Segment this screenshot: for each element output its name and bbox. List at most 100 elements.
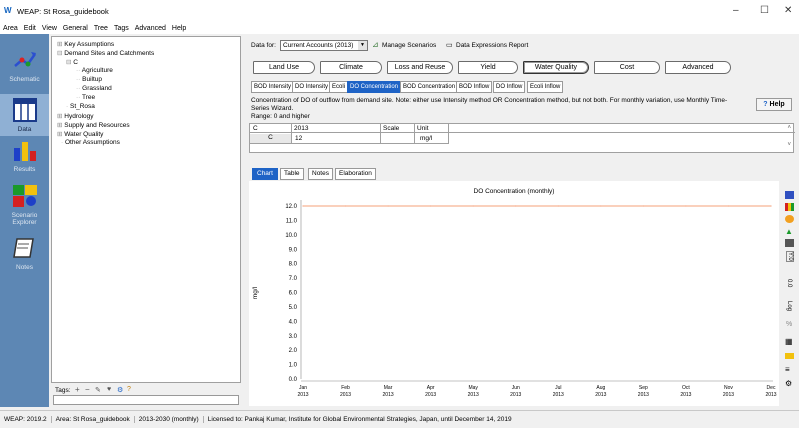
tags-input[interactable] xyxy=(53,395,239,405)
tree-node-demand-sites[interactable]: ⊟ Demand Sites and Catchments xyxy=(57,49,154,57)
close-button[interactable]: ✕ xyxy=(784,5,792,16)
menu-view[interactable]: View xyxy=(42,25,57,32)
menu-area[interactable]: Area xyxy=(3,25,18,32)
chart-y-tick-label: 5.0 xyxy=(289,305,298,311)
view-schematic[interactable]: Schematic xyxy=(0,48,49,83)
decimals-toggle[interactable]: 0.0 xyxy=(786,279,792,287)
data-tree[interactable]: ⊞ Key Assumptions ⊟ Demand Sites and Cat… xyxy=(51,36,241,383)
menu-general[interactable]: General xyxy=(63,25,88,32)
subtab-bod-concentration[interactable]: BOD Concentration xyxy=(400,81,459,93)
chart-x-tick-year: 2013 xyxy=(595,392,606,398)
data-expressions-link[interactable]: Data Expressions Report xyxy=(456,42,528,49)
subtab-do-intensity[interactable]: DO Intensity xyxy=(292,81,332,93)
grid-unit-cell[interactable]: mg/l xyxy=(420,135,432,142)
bar-chart-icon[interactable] xyxy=(785,203,794,211)
tab-table[interactable]: Table xyxy=(280,168,304,180)
do-concentration-chart: DO Concentration (monthly) mg/l 0.0 1.0 2.… xyxy=(252,188,777,398)
tree-node-st-rosa[interactable]: · St_Rosa xyxy=(66,103,95,110)
view-data-label: Data xyxy=(17,126,32,133)
subtab-do-concentration[interactable]: DO Concentration xyxy=(347,81,402,93)
menu-tags[interactable]: Tags xyxy=(114,25,129,32)
chart-y-tick-label: 11.0 xyxy=(286,218,298,224)
title-bar: W WEAP: St Rosa_guidebook – ☐ ✕ xyxy=(0,0,799,22)
tab-notes[interactable]: Notes xyxy=(308,168,333,180)
maximize-button[interactable]: ☐ xyxy=(760,5,769,16)
tab-chart[interactable]: Chart xyxy=(252,168,278,180)
tag-settings-icon[interactable]: ⚙ xyxy=(117,386,123,394)
subtab-bod-inflow[interactable]: BOD Inflow xyxy=(456,81,493,93)
chart-y-tick-label: 4.0 xyxy=(289,319,298,325)
tab-advanced[interactable]: Advanced xyxy=(665,61,731,74)
grid-value-cell[interactable]: 12 xyxy=(295,135,302,142)
add-tag-icon[interactable]: + xyxy=(75,385,80,394)
grid-toggle-icon[interactable]: % xyxy=(786,321,792,328)
menu-tree[interactable]: Tree xyxy=(94,25,108,32)
pie-chart-icon[interactable] xyxy=(785,215,794,223)
area-chart-icon[interactable]: ▲ xyxy=(785,227,793,236)
print-icon[interactable]: ⚙ xyxy=(785,379,792,388)
subtab-do-inflow[interactable]: DO Inflow xyxy=(493,81,526,93)
help-button[interactable]: ? Help xyxy=(756,98,792,111)
menu-advanced[interactable]: Advanced xyxy=(135,25,166,32)
chart-data-point xyxy=(727,205,730,207)
chart-x-tick-year: 2013 xyxy=(510,392,521,398)
chevron-down-icon[interactable]: ▼ xyxy=(358,41,367,50)
tree-node-water-quality[interactable]: ⊞ Water Quality xyxy=(57,130,103,138)
tab-cost[interactable]: Cost xyxy=(594,61,660,74)
view-bar: Schematic Data Results Scenario Explorer… xyxy=(0,34,49,407)
remove-tag-icon[interactable]: − xyxy=(85,385,90,394)
chart-x-tick-year: 2013 xyxy=(340,392,351,398)
table-view-icon[interactable]: ▦ xyxy=(785,337,793,346)
scenario-select[interactable]: Current Accounts (2013) ▼ xyxy=(280,40,368,51)
weap-logo-icon: W xyxy=(4,6,12,15)
chart-x-tick-label: Aug xyxy=(596,385,605,391)
log-scale-toggle[interactable]: Log xyxy=(786,301,792,311)
subtab-ecoli[interactable]: Ecoli xyxy=(329,81,349,93)
tree-node-builtup[interactable]: ·· Builtup xyxy=(76,76,102,83)
tree-node-other-assumptions[interactable]: · Other Assumptions xyxy=(61,139,120,146)
tab-elaboration[interactable]: Elaboration xyxy=(335,168,376,180)
tree-node-c[interactable]: ⊟ C xyxy=(66,58,78,66)
manage-scenarios-link[interactable]: Manage Scenarios xyxy=(382,42,436,49)
menu-help[interactable]: Help xyxy=(172,25,186,32)
tree-node-agriculture[interactable]: ·· Agriculture xyxy=(76,67,113,74)
edit-tag-icon[interactable]: ✎ xyxy=(95,386,101,394)
chart-data-point xyxy=(430,205,432,207)
tab-loss-reuse[interactable]: Loss and Reuse xyxy=(387,61,453,74)
legend-icon[interactable] xyxy=(785,353,794,359)
view-notes[interactable]: Notes xyxy=(0,236,49,271)
notes-icon xyxy=(12,238,34,258)
chart-data-point xyxy=(557,205,559,207)
tree-node-tree[interactable]: ·· Tree xyxy=(76,94,95,101)
grid-scroll-up-icon[interactable]: ˄ xyxy=(787,125,791,131)
chart-x-tick-label: Feb xyxy=(341,385,350,391)
tree-node-key-assumptions[interactable]: ⊞ Key Assumptions xyxy=(57,40,114,48)
menu-edit[interactable]: Edit xyxy=(24,25,36,32)
report-icon: ▭ xyxy=(446,42,453,49)
chart-x-tick-year: 2013 xyxy=(723,392,734,398)
view-scenario-explorer-label: Scenario Explorer xyxy=(11,212,38,226)
tab-climate[interactable]: Climate xyxy=(320,61,382,74)
view-results[interactable]: Results xyxy=(0,138,49,173)
tab-water-quality[interactable]: Water Quality xyxy=(523,61,589,74)
chart-y-axis-label: mg/l xyxy=(252,286,259,299)
tree-node-supply-resources[interactable]: ⊞ Supply and Resources xyxy=(57,121,130,129)
minimize-button[interactable]: – xyxy=(733,5,739,16)
view-scenario-explorer[interactable]: Scenario Explorer xyxy=(0,184,49,226)
tab-land-use[interactable]: Land Use xyxy=(253,61,315,74)
tab-yield[interactable]: Yield xyxy=(458,61,518,74)
view-data[interactable]: Data xyxy=(0,94,49,136)
chart-data-point xyxy=(642,205,644,207)
chart-data-point xyxy=(472,205,474,207)
subtab-ecoli-inflow[interactable]: Ecoli Inflow xyxy=(527,81,564,93)
subtab-bod-intensity[interactable]: BOD Intensity xyxy=(251,81,295,93)
tag-help-icon[interactable]: ? xyxy=(127,386,131,393)
grid-scroll-down-icon[interactable]: ˅ xyxy=(787,142,791,148)
y-zero-toggle[interactable]: Y:0 xyxy=(786,251,794,262)
chart-type-icon[interactable] xyxy=(785,191,794,199)
tag-filter-icon[interactable]: ♥ xyxy=(107,386,111,393)
tree-node-grassland[interactable]: ·· Grassland xyxy=(76,85,112,92)
tree-node-hydrology[interactable]: ⊞ Hydrology xyxy=(57,112,94,120)
line-chart-icon[interactable] xyxy=(785,239,794,247)
options-icon[interactable]: ≡ xyxy=(785,365,790,374)
